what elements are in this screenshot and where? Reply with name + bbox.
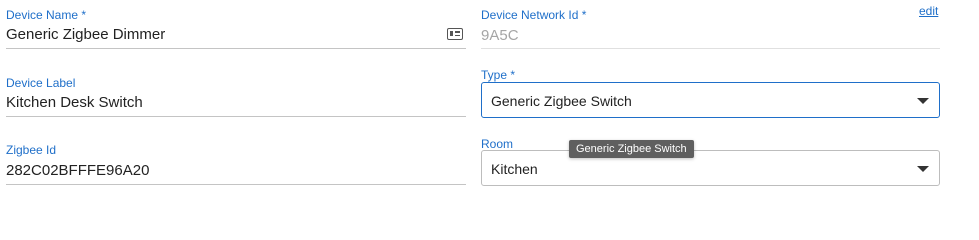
type-select[interactable]: Generic Zigbee Switch bbox=[481, 82, 940, 118]
type-tooltip: Generic Zigbee Switch bbox=[569, 140, 694, 158]
device-name-field[interactable]: Device Name * Generic Zigbee Dimmer bbox=[6, 0, 466, 50]
room-label: Room bbox=[481, 137, 514, 151]
room-selected-value: Kitchen bbox=[491, 161, 538, 177]
device-name-input[interactable]: Generic Zigbee Dimmer bbox=[6, 26, 165, 43]
network-id-label: Device Network Id * bbox=[481, 8, 587, 22]
device-name-label: Device Name * bbox=[6, 8, 87, 22]
network-id-underline bbox=[481, 48, 940, 49]
id-card-icon[interactable] bbox=[447, 28, 463, 40]
chevron-down-icon[interactable] bbox=[917, 98, 929, 104]
zigbee-id-input[interactable]: 282C02BFFFE96A20 bbox=[6, 162, 149, 179]
type-field: Type * Generic Zigbee Switch bbox=[481, 66, 940, 118]
device-name-underline bbox=[6, 48, 466, 49]
zigbee-id-field[interactable]: Zigbee Id 282C02BFFFE96A20 bbox=[6, 137, 466, 187]
device-label-underline bbox=[6, 116, 466, 117]
room-select[interactable]: Kitchen bbox=[481, 150, 940, 186]
type-label: Type * bbox=[481, 68, 516, 82]
room-field: Room Kitchen bbox=[481, 135, 940, 187]
chevron-down-icon[interactable] bbox=[917, 166, 929, 172]
type-selected-value: Generic Zigbee Switch bbox=[491, 93, 632, 109]
device-label-field[interactable]: Device Label Kitchen Desk Switch bbox=[6, 70, 466, 118]
edit-network-id-link[interactable]: edit bbox=[919, 4, 938, 18]
device-label-input[interactable]: Kitchen Desk Switch bbox=[6, 94, 143, 111]
device-label-label: Device Label bbox=[6, 76, 76, 90]
network-id-value: 9A5C bbox=[481, 27, 519, 44]
network-id-field: Device Network Id * 9A5C bbox=[481, 0, 940, 50]
zigbee-id-underline bbox=[6, 184, 466, 185]
zigbee-id-label: Zigbee Id bbox=[6, 143, 57, 157]
